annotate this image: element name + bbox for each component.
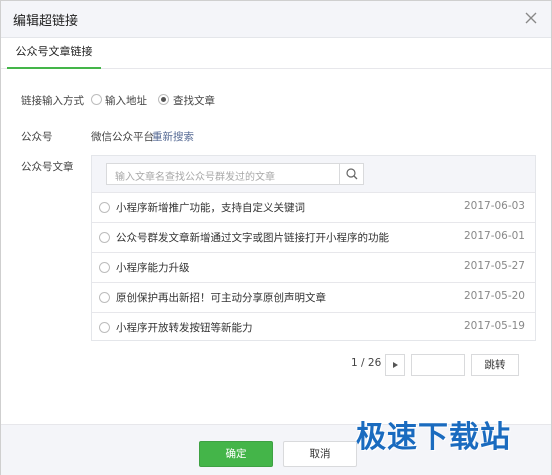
article-search-bar: 输入文章名查找公众号群发过的文章 (92, 156, 535, 193)
radio-find-article[interactable] (158, 94, 169, 105)
article-date: 2017-05-20 (463, 290, 525, 302)
research-link[interactable]: 重新搜索 (152, 129, 194, 144)
list-item[interactable]: 原创保护再出新招！可主动分享原创声明文章 2017-05-20 (92, 283, 535, 313)
close-icon[interactable] (521, 8, 541, 28)
article-title: 小程序新增推广功能，支持自定义关键词 (116, 202, 305, 214)
link-method-label: 链接输入方式 (21, 95, 84, 107)
next-page-button[interactable] (385, 354, 405, 376)
option-find-article-label[interactable]: 查找文章 (173, 93, 215, 108)
list-item[interactable]: 小程序开放转发按钮等新能力 2017-05-19 (92, 313, 535, 342)
article-list: 小程序新增推广功能，支持自定义关键词 2017-06-03 公众号群发文章新增通… (92, 193, 535, 342)
account-name: 微信公众平台 (91, 131, 154, 143)
article-date: 2017-05-27 (463, 260, 525, 272)
article-radio[interactable] (99, 262, 110, 273)
article-radio[interactable] (99, 202, 110, 213)
article-radio[interactable] (99, 322, 110, 333)
option-input-address-label[interactable]: 输入地址 (105, 93, 147, 108)
tab-bar: 公众号文章链接 (1, 38, 551, 69)
article-date: 2017-05-19 (463, 320, 525, 332)
radio-input-address[interactable] (91, 94, 102, 105)
article-title: 小程序能力升级 (116, 262, 190, 274)
article-radio[interactable] (99, 292, 110, 303)
article-date: 2017-06-01 (463, 230, 525, 242)
article-radio[interactable] (99, 232, 110, 243)
article-title: 公众号群发文章新增通过文字或图片链接打开小程序的功能 (116, 232, 389, 244)
page-indicator: 1 / 26 (351, 357, 382, 369)
confirm-button[interactable]: 确定 (199, 441, 273, 467)
jump-button[interactable]: 跳转 (471, 354, 519, 376)
article-title: 小程序开放转发按钮等新能力 (116, 322, 253, 334)
list-item[interactable]: 公众号群发文章新增通过文字或图片链接打开小程序的功能 2017-06-01 (92, 223, 535, 253)
cancel-button[interactable]: 取消 (283, 441, 357, 467)
article-title: 原创保护再出新招！可主动分享原创声明文章 (116, 292, 326, 304)
article-search-input[interactable]: 输入文章名查找公众号群发过的文章 (106, 163, 364, 185)
search-icon[interactable] (339, 164, 364, 184)
articles-label: 公众号文章 (21, 161, 74, 173)
article-panel: 输入文章名查找公众号群发过的文章 小程序新增推广功能，支持自定义关键词 2017… (91, 155, 536, 341)
dialog-title: 编辑超链接 (13, 14, 79, 29)
page-number-input[interactable] (411, 354, 465, 376)
tab-official-account-article-link[interactable]: 公众号文章链接 (7, 38, 101, 69)
search-placeholder: 输入文章名查找公众号群发过的文章 (115, 172, 275, 183)
edit-hyperlink-dialog: 编辑超链接 公众号文章链接 链接输入方式 输入地址 查找文章 公众号 微信公众平… (0, 0, 552, 475)
article-date: 2017-06-03 (463, 200, 525, 212)
watermark-logo: 极速下载站 (356, 420, 511, 455)
triangle-right-icon (393, 362, 398, 368)
list-item[interactable]: 小程序新增推广功能，支持自定义关键词 2017-06-03 (92, 193, 535, 223)
account-label: 公众号 (21, 131, 53, 143)
list-item[interactable]: 小程序能力升级 2017-05-27 (92, 253, 535, 283)
dialog-titlebar: 编辑超链接 (1, 1, 551, 38)
